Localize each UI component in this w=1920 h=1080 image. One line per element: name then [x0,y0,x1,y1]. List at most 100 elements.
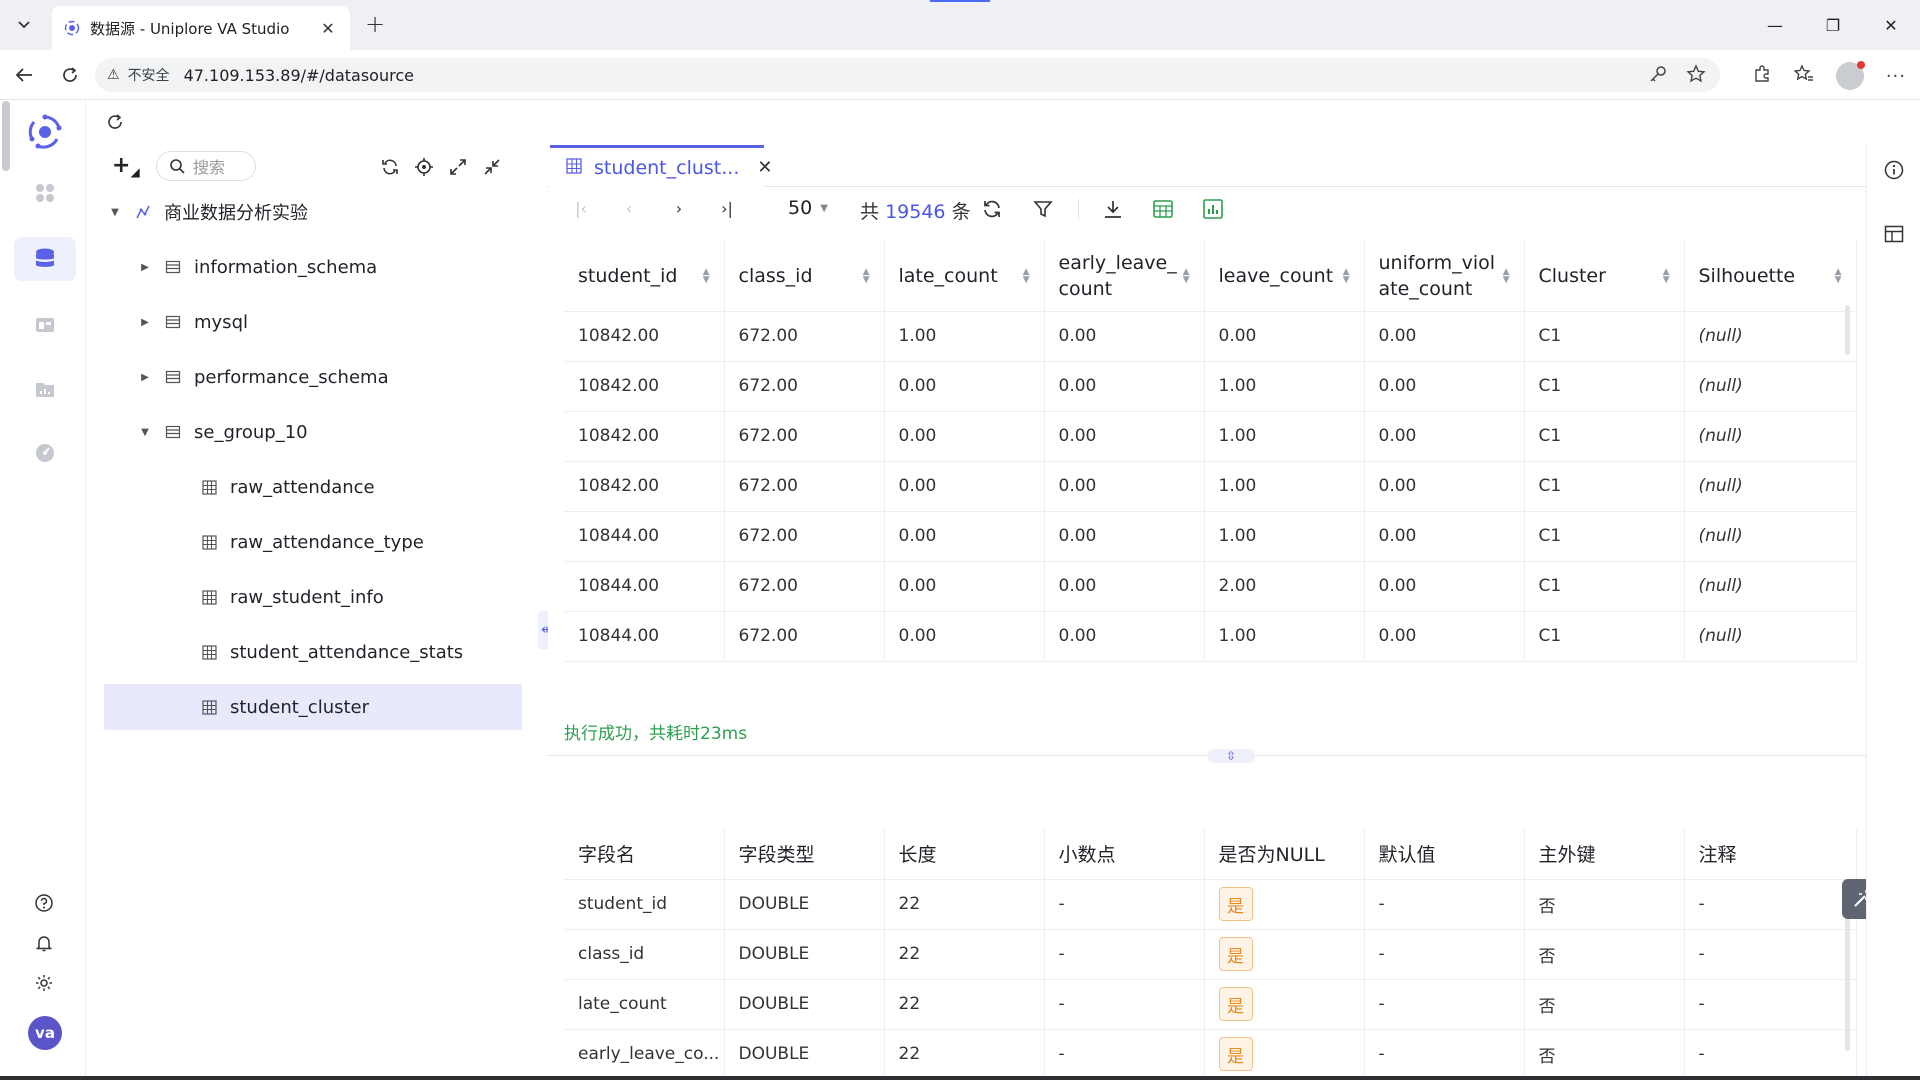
help-question-icon[interactable] [30,889,58,917]
table-row[interactable]: 10844.00 672.00 0.00 0.00 1.00 0.00 C1 (null) [564,511,1857,562]
minimize-icon[interactable]: — [1746,0,1804,50]
table-cell[interactable]: (null) [1684,461,1857,512]
table-cell[interactable]: 0.00 [1364,611,1525,662]
table-cell[interactable]: C1 [1524,361,1685,412]
table-cell[interactable]: 672.00 [724,361,885,412]
table-cell[interactable]: 0.00 [1364,411,1525,462]
caret-right-icon[interactable]: ▶ [138,262,152,273]
tree-node-schema[interactable]: ▶ mysql [86,299,548,345]
tree-node-table[interactable]: raw_attendance_type [86,519,548,565]
sort-caret-icon[interactable]: ▲ ▼ [1835,267,1842,284]
column-header[interactable]: late_count ▲ ▼ [884,241,1045,312]
table-cell[interactable]: 0.00 [884,511,1045,562]
extensions-puzzle-icon[interactable] [1752,64,1772,88]
tree-node-table[interactable]: raw_attendance [86,464,548,510]
download-icon[interactable] [1101,197,1125,221]
table-cell[interactable]: 10844.00 [564,611,725,662]
uniplore-logo-icon[interactable] [26,113,64,151]
url-field[interactable]: ⚠ 不安全 47.109.153.89/#/datasource [95,58,1720,92]
key-icon[interactable] [1648,64,1668,88]
last-page-icon[interactable]: ›| [716,197,738,219]
caret-down-icon[interactable]: ▼ [108,207,122,218]
reload-icon[interactable] [56,62,84,88]
table-cell[interactable]: (null) [1684,411,1857,462]
tree-node-table[interactable]: raw_student_info [86,574,548,620]
table-cell[interactable]: (null) [1684,611,1857,662]
browser-tab-close-icon[interactable]: ✕ [318,19,338,38]
schema-row[interactable]: class_id DOUBLE 22- 是 - 否 - [564,929,1857,980]
tab-close-icon[interactable]: ✕ [757,157,772,178]
pane-resize-handle[interactable]: ⇳ [1208,749,1254,763]
column-header[interactable]: student_id ▲ ▼ [564,241,725,312]
rail-dashboard-gauge-icon[interactable] [14,431,76,475]
table-cell[interactable]: 0.00 [1044,561,1205,612]
table-cell[interactable]: 0.00 [1044,461,1205,512]
insecure-label[interactable]: 不安全 [128,65,170,85]
table-cell[interactable]: 0.00 [1044,411,1205,462]
table-cell[interactable]: C1 [1524,311,1685,362]
page-scrollbar[interactable] [2,101,10,171]
tree-node-schema[interactable]: ▶ information_schema [86,244,548,290]
table-cell[interactable]: 672.00 [724,561,885,612]
table-row[interactable]: 10844.00 672.00 0.00 0.00 1.00 0.00 C1 (null) [564,611,1857,662]
table-cell[interactable]: 672.00 [724,511,885,562]
table-cell[interactable]: 0.00 [1044,311,1205,362]
favorite-star-icon[interactable] [1686,64,1706,88]
table-cell[interactable]: C1 [1524,561,1685,612]
sort-caret-icon[interactable]: ▲ ▼ [1183,267,1190,284]
column-header[interactable]: uniform_viol ate_count ▲ ▼ [1364,241,1525,312]
tree-node-connection[interactable]: ▼ 商业数据分析实验 [86,189,548,235]
table-cell[interactable]: (null) [1684,561,1857,612]
rail-dataset-icon[interactable] [14,303,76,347]
export-excel-icon[interactable] [1151,197,1175,221]
tab-student-cluster[interactable]: student_clust... ✕ [550,145,772,187]
table-cell[interactable]: 0.00 [1364,311,1525,362]
info-icon[interactable] [1883,159,1905,181]
filter-funnel-icon[interactable] [1031,197,1055,221]
table-cell[interactable]: 0.00 [1044,361,1205,412]
sort-caret-icon[interactable]: ▲ ▼ [1023,267,1030,284]
table-cell[interactable]: 10842.00 [564,361,725,412]
table-cell[interactable]: 0.00 [1364,561,1525,612]
table-cell[interactable]: 10844.00 [564,511,725,562]
more-menu-icon[interactable]: ··· [1886,66,1906,87]
table-cell[interactable]: 10842.00 [564,411,725,462]
schema-row[interactable]: late_count DOUBLE 22- 是 - 否 - [564,979,1857,1030]
restore-icon[interactable]: ❐ [1804,0,1862,50]
table-cell[interactable]: C1 [1524,461,1685,512]
table-cell[interactable]: C1 [1524,411,1685,462]
refresh-icon[interactable] [104,111,126,133]
column-header[interactable]: Silhouette ▲ ▼ [1684,241,1857,312]
table-cell[interactable]: 0.00 [884,561,1045,612]
table-cell[interactable]: 0.00 [1044,511,1205,562]
first-page-icon[interactable]: |‹ [570,197,592,219]
table-cell[interactable]: 0.00 [884,411,1045,462]
tree-node-table-selected[interactable]: student_cluster [104,684,522,730]
table-row[interactable]: 10842.00 672.00 1.00 0.00 0.00 0.00 C1 (null) [564,311,1857,362]
table-cell[interactable]: 0.00 [884,361,1045,412]
sort-caret-icon[interactable]: ▲ ▼ [863,267,870,284]
close-window-icon[interactable]: ✕ [1862,0,1920,50]
table-cell[interactable]: (null) [1684,511,1857,562]
tree-search-input[interactable]: 搜索 [156,151,256,181]
table-cell[interactable]: 672.00 [724,411,885,462]
table-cell[interactable]: C1 [1524,611,1685,662]
table-cell[interactable]: 1.00 [1204,461,1365,512]
table-cell[interactable]: 0.00 [1364,461,1525,512]
table-cell[interactable]: C1 [1524,511,1685,562]
table-cell[interactable]: 1.00 [884,311,1045,362]
locate-crosshair-icon[interactable] [412,155,436,179]
chart-report-icon[interactable] [1201,197,1225,221]
table-cell[interactable]: 672.00 [724,461,885,512]
table-cell[interactable]: 672.00 [724,311,885,362]
schema-row[interactable]: student_id DOUBLE 22- 是 - 否 - [564,879,1857,930]
tree-node-schema[interactable]: ▶ performance_schema [86,354,548,400]
back-arrow-icon[interactable] [10,62,38,88]
table-row[interactable]: 10842.00 672.00 0.00 0.00 1.00 0.00 C1 (null) [564,461,1857,512]
column-header[interactable]: class_id ▲ ▼ [724,241,885,312]
prev-page-icon[interactable]: ‹ [618,197,640,219]
profile-avatar[interactable] [1835,61,1865,90]
table-cell[interactable]: 672.00 [724,611,885,662]
sync-refresh-icon[interactable] [378,155,402,179]
user-avatar[interactable]: va [28,1016,62,1050]
